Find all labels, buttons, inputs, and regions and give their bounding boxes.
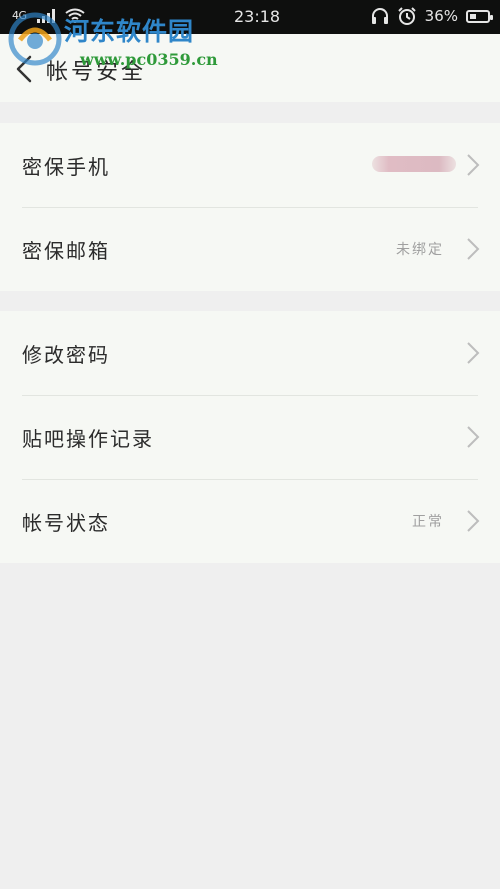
chevron-right-icon	[467, 238, 480, 260]
status-bar: 4G 23:18 36%	[0, 0, 500, 34]
row-label: 修改密码	[22, 343, 110, 367]
settings-group-security: 密保手机 密保邮箱 未绑定	[0, 123, 500, 291]
row-value: 正常	[412, 514, 444, 530]
row-label: 贴吧操作记录	[22, 427, 154, 451]
status-left: 4G	[12, 8, 85, 23]
row-label: 密保手机	[22, 155, 110, 179]
battery-percent: 36%	[424, 7, 458, 25]
settings-group-account: 修改密码 贴吧操作记录 帐号状态 正常	[0, 311, 500, 563]
row-security-email[interactable]: 密保邮箱 未绑定	[0, 207, 500, 291]
row-security-phone[interactable]: 密保手机	[0, 123, 500, 207]
chevron-left-icon[interactable]	[8, 52, 42, 86]
chevron-right-icon	[467, 510, 480, 532]
headphones-icon	[371, 8, 388, 24]
chevron-right-icon	[467, 342, 480, 364]
row-change-password[interactable]: 修改密码	[0, 311, 500, 395]
alarm-icon	[397, 7, 416, 25]
row-account-status[interactable]: 帐号状态 正常	[0, 479, 500, 563]
signal-icon	[36, 8, 55, 23]
status-time: 23:18	[234, 7, 281, 26]
row-label: 密保邮箱	[22, 239, 110, 263]
status-right: 36%	[371, 6, 493, 26]
chevron-right-icon	[467, 154, 480, 176]
redacted-phone-value	[372, 156, 456, 172]
row-tieba-operation-log[interactable]: 贴吧操作记录	[0, 395, 500, 479]
battery-icon	[466, 9, 493, 23]
page-title: 帐号安全	[46, 60, 147, 85]
chevron-right-icon	[467, 426, 480, 448]
row-label: 帐号状态	[22, 511, 110, 535]
network-type: 4G	[12, 9, 27, 22]
row-value: 未绑定	[396, 242, 444, 258]
app-header: 帐号安全	[0, 34, 500, 102]
wifi-icon	[64, 8, 85, 23]
battery-fill	[470, 13, 476, 19]
